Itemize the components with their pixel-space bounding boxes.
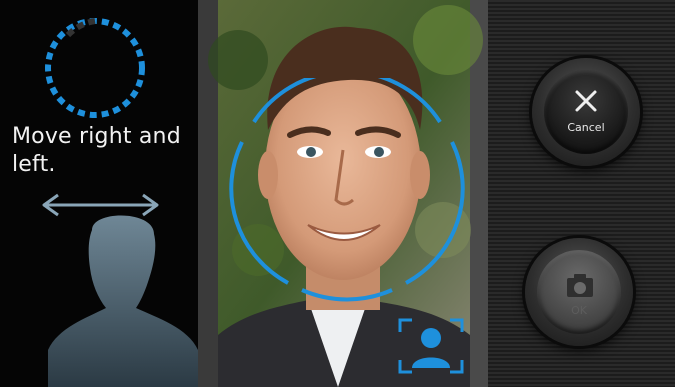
- face-scan-ring-icon: [229, 78, 465, 302]
- ok-label: OK: [571, 304, 587, 317]
- cancel-label: Cancel: [567, 121, 605, 134]
- ok-button[interactable]: OK: [525, 238, 633, 346]
- head-silhouette-icon: [48, 215, 198, 387]
- guide-panel: Move right and left.: [0, 0, 198, 387]
- cancel-button[interactable]: Cancel: [532, 58, 640, 166]
- camera-icon: [567, 274, 593, 297]
- close-icon: [575, 90, 597, 112]
- face-capture-icon: [398, 318, 464, 374]
- instruction-text: Move right and left.: [12, 124, 181, 177]
- progress-ring-icon: [45, 18, 145, 118]
- face-registration-screen: Move right and left. Cancel OK: [0, 0, 675, 387]
